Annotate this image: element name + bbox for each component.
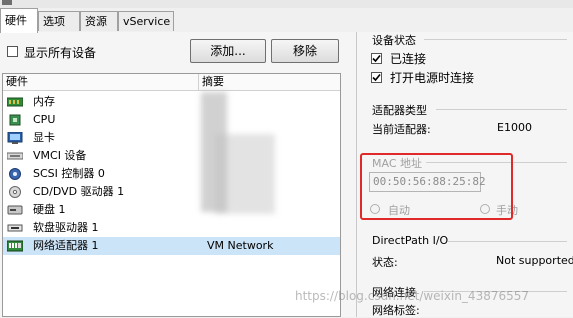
panel-divider xyxy=(356,32,357,317)
checkmark-icon xyxy=(372,54,381,63)
table-row[interactable]: CPU xyxy=(3,111,340,129)
table-row[interactable]: CD/DVD 驱动器 1 xyxy=(3,183,340,201)
table-row[interactable]: 内存 xyxy=(3,93,340,111)
current-adapter-label: 当前适配器: xyxy=(372,123,431,136)
row-name: 硬盘 1 xyxy=(33,203,66,216)
remove-button[interactable]: 移除 xyxy=(271,39,339,63)
table-header: 硬件 摘要 xyxy=(3,74,340,91)
display-card-icon xyxy=(7,132,23,144)
row-summary: VM Network xyxy=(207,239,274,252)
tab-hardware[interactable]: 硬件 xyxy=(0,8,38,33)
watermark: https://blog.csdn.net/weixin_43876557 xyxy=(295,289,530,303)
scsi-controller-icon xyxy=(9,168,21,180)
row-name: 显卡 xyxy=(33,131,55,144)
row-name: VMCI 设备 xyxy=(33,149,87,162)
device-status-title: 设备状态 xyxy=(372,34,416,47)
tab-vservice[interactable]: vService xyxy=(118,11,174,31)
current-adapter-value: E1000 xyxy=(497,121,532,134)
row-name: 内存 xyxy=(33,95,55,108)
tab-bar: 硬件 选项 资源 vService xyxy=(0,8,573,33)
row-name: 软盘驱动器 1 xyxy=(33,221,99,234)
connected-label: 已连接 xyxy=(390,52,427,66)
hardware-table: 硬件 摘要 内存 CPU 显卡 VMCI 设备 SCSI 控制器 0 CD/DV… xyxy=(2,73,341,317)
cpu-icon xyxy=(9,114,21,126)
table-row[interactable]: 软盘驱动器 1 xyxy=(3,219,340,237)
network-adapter-icon xyxy=(7,240,23,252)
group-line xyxy=(448,241,567,242)
blurred-summary-area xyxy=(215,134,275,214)
tab-options[interactable]: 选项 xyxy=(38,11,80,31)
row-name: CD/DVD 驱动器 1 xyxy=(33,185,125,198)
table-row-selected[interactable]: 网络适配器 1 VM Network xyxy=(3,237,340,255)
checkmark-icon xyxy=(372,73,381,82)
connect-at-power-on-label: 打开电源时连接 xyxy=(390,71,475,85)
network-label-label: 网络标签: xyxy=(372,304,420,317)
table-row[interactable]: VMCI 设备 xyxy=(3,147,340,165)
status-label: 状态: xyxy=(372,256,398,269)
row-name: 网络适配器 1 xyxy=(33,239,99,252)
row-name: SCSI 控制器 0 xyxy=(33,167,105,180)
table-row[interactable]: SCSI 控制器 0 xyxy=(3,165,340,183)
directpath-title: DirectPath I/O xyxy=(372,234,449,247)
connected-checkbox[interactable] xyxy=(371,53,382,64)
memory-icon xyxy=(7,97,23,107)
group-line xyxy=(436,109,567,110)
mac-highlight-box xyxy=(360,153,513,220)
col-header-summary[interactable]: 摘要 xyxy=(199,74,340,90)
floppy-icon xyxy=(7,224,23,232)
col-header-hardware[interactable]: 硬件 xyxy=(3,74,199,90)
table-row[interactable]: 硬盘 1 xyxy=(3,201,340,219)
connect-at-power-on-checkbox[interactable] xyxy=(371,72,382,83)
tab-resources[interactable]: 资源 xyxy=(80,11,118,31)
status-value: Not supported xyxy=(496,254,573,267)
adapter-type-title: 适配器类型 xyxy=(372,104,427,117)
add-button[interactable]: 添加... xyxy=(190,39,266,63)
show-all-devices-checkbox[interactable] xyxy=(7,46,18,57)
window-title-strip xyxy=(0,0,573,8)
table-row[interactable]: 显卡 xyxy=(3,129,340,147)
window-corner-icon xyxy=(2,0,12,5)
hard-disk-icon xyxy=(7,205,23,215)
cd-dvd-icon xyxy=(9,186,21,198)
group-line xyxy=(424,39,567,40)
vmci-device-icon xyxy=(7,152,23,160)
show-all-devices-label: 显示所有设备 xyxy=(24,46,97,60)
row-name: CPU xyxy=(33,113,56,126)
